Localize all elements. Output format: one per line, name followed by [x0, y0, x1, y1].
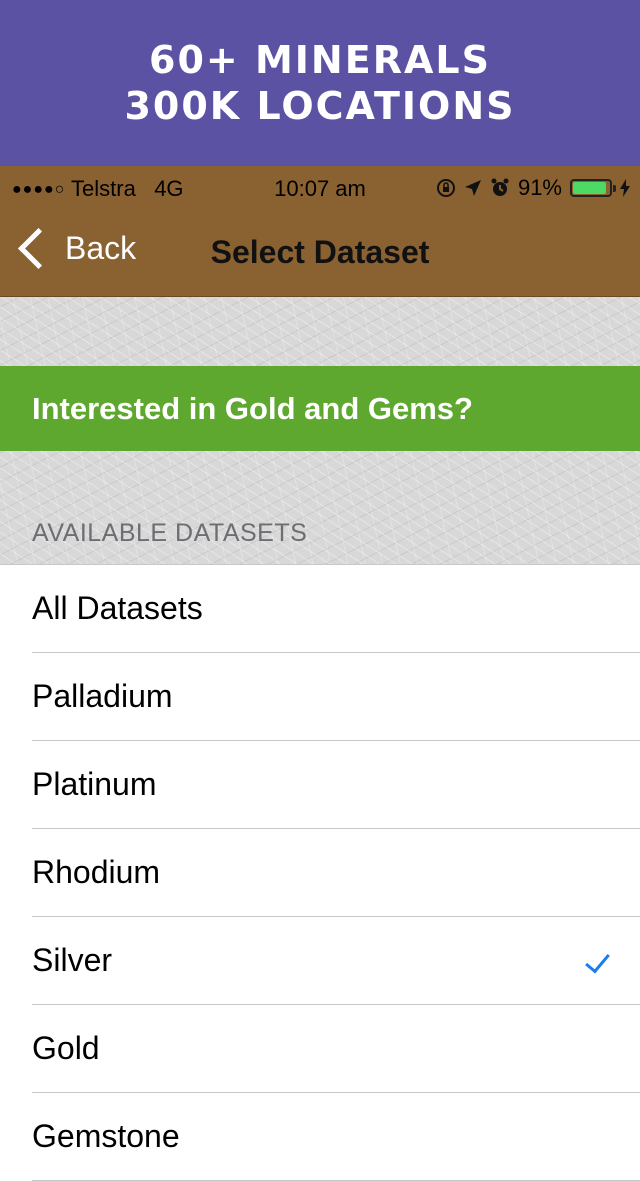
dataset-label: Platinum [32, 766, 157, 802]
page-title: Select Dataset [210, 234, 430, 270]
dataset-row[interactable]: Gold [0, 1005, 640, 1093]
dataset-label: Palladium [32, 678, 173, 714]
dataset-label: Gold [32, 1030, 100, 1066]
promo-line-2: 300K LOCATIONS [124, 84, 516, 128]
promo-header: 60+ MINERALS 300K LOCATIONS [0, 0, 640, 166]
rotation-lock-icon [436, 179, 455, 197]
dataset-row[interactable]: Platinum [0, 741, 640, 829]
dataset-row[interactable]: Rhodium [0, 829, 640, 917]
status-right: 91% [436, 175, 630, 201]
battery-icon [570, 179, 616, 197]
dataset-list: All Datasets Palladium Platinum Rhodium Silv… [0, 564, 640, 1181]
dataset-row[interactable]: Gemstone [0, 1093, 640, 1181]
promo-line-1: 60+ MINERALS [149, 38, 491, 82]
dataset-row[interactable]: Palladium [0, 653, 640, 741]
gold-gems-banner[interactable]: Interested in Gold and Gems? [0, 366, 640, 451]
alarm-icon [491, 178, 509, 196]
location-arrow-icon [464, 180, 481, 196]
dataset-label: Rhodium [32, 854, 161, 890]
dataset-row[interactable]: Silver [0, 917, 640, 1005]
status-bar: ●●●●○ Telstra 4G 10:07 am 91% [0, 166, 640, 210]
battery-fill [573, 182, 606, 194]
dataset-row[interactable]: All Datasets [0, 565, 640, 653]
charging-bolt-icon [620, 179, 630, 197]
section-header: AVAILABLE DATASETS [32, 519, 308, 547]
dataset-label: All Datasets [32, 590, 203, 626]
dataset-label: Silver [32, 942, 113, 978]
battery-percent: 91% [517, 175, 562, 200]
checkmark-icon [585, 947, 610, 974]
banner-text: Interested in Gold and Gems? [32, 390, 473, 426]
navigation-bar: Back Select Dataset [0, 210, 640, 297]
dataset-label: Gemstone [32, 1118, 180, 1154]
